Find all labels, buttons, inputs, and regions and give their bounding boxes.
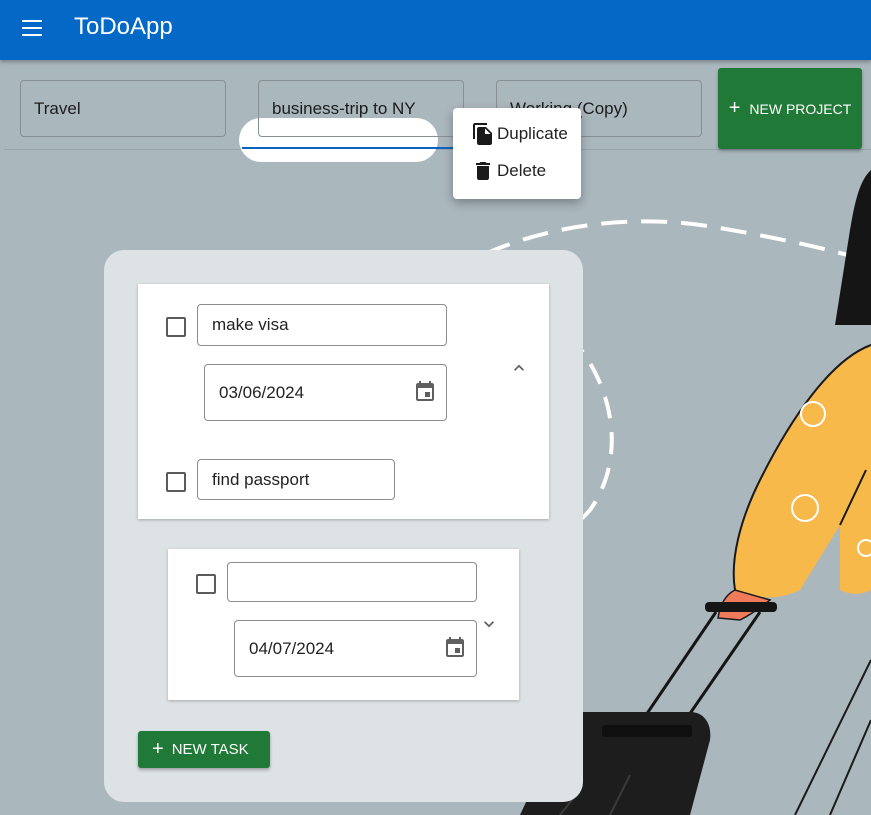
project-tab-travel[interactable]: Travel [20, 80, 226, 137]
delete-label: Delete [497, 161, 547, 180]
duplicate-label: Duplicate [497, 124, 568, 143]
task-checkbox[interactable] [166, 317, 186, 337]
chevron-up-icon[interactable] [509, 358, 529, 378]
new-project-button[interactable]: + NEW PROJECT [718, 68, 862, 149]
task-title-input[interactable]: make visa [197, 304, 447, 346]
active-tab-indicator [242, 147, 464, 149]
calendar-icon[interactable] [443, 636, 467, 660]
subtask-checkbox[interactable] [166, 472, 186, 492]
duplicate-menu-item[interactable]: Duplicate [453, 117, 581, 151]
due-date-input[interactable]: 04/07/2024 [234, 620, 477, 677]
task-group: make visa 03/06/2024 find passport [138, 284, 549, 519]
delete-menu-item[interactable]: Delete [453, 154, 581, 188]
new-project-label: NEW PROJECT [749, 100, 852, 117]
project-label: business-trip to NY [272, 98, 416, 118]
menu-icon[interactable] [20, 18, 46, 40]
subtask-title-value: find passport [212, 469, 310, 489]
due-date-value: 04/07/2024 [249, 638, 335, 658]
tab-divider [4, 149, 871, 150]
copy-icon [473, 123, 492, 145]
trash-icon [476, 162, 490, 180]
project-tab-business-trip[interactable]: business-trip to NY [258, 80, 464, 137]
calendar-icon[interactable] [413, 380, 437, 404]
app-title: ToDoApp [74, 13, 173, 40]
task-checkbox[interactable] [196, 574, 216, 594]
task-title-value: make visa [212, 315, 289, 334]
project-context-menu: Duplicate Delete [453, 108, 581, 199]
task-title-input[interactable] [227, 562, 477, 602]
task-group: 04/07/2024 [168, 549, 519, 700]
new-task-label: NEW TASK [171, 741, 249, 758]
chevron-down-icon[interactable] [479, 614, 499, 634]
new-task-button[interactable]: + NEW TASK [138, 731, 270, 768]
project-label: Travel [34, 98, 81, 118]
subtask-title-input[interactable]: find passport [197, 459, 395, 500]
app-bar: ToDoApp [0, 0, 871, 60]
plus-icon: + [152, 738, 164, 760]
plus-icon: + [728, 97, 741, 119]
due-date-input[interactable]: 03/06/2024 [204, 364, 447, 421]
due-date-value: 03/06/2024 [219, 382, 305, 402]
